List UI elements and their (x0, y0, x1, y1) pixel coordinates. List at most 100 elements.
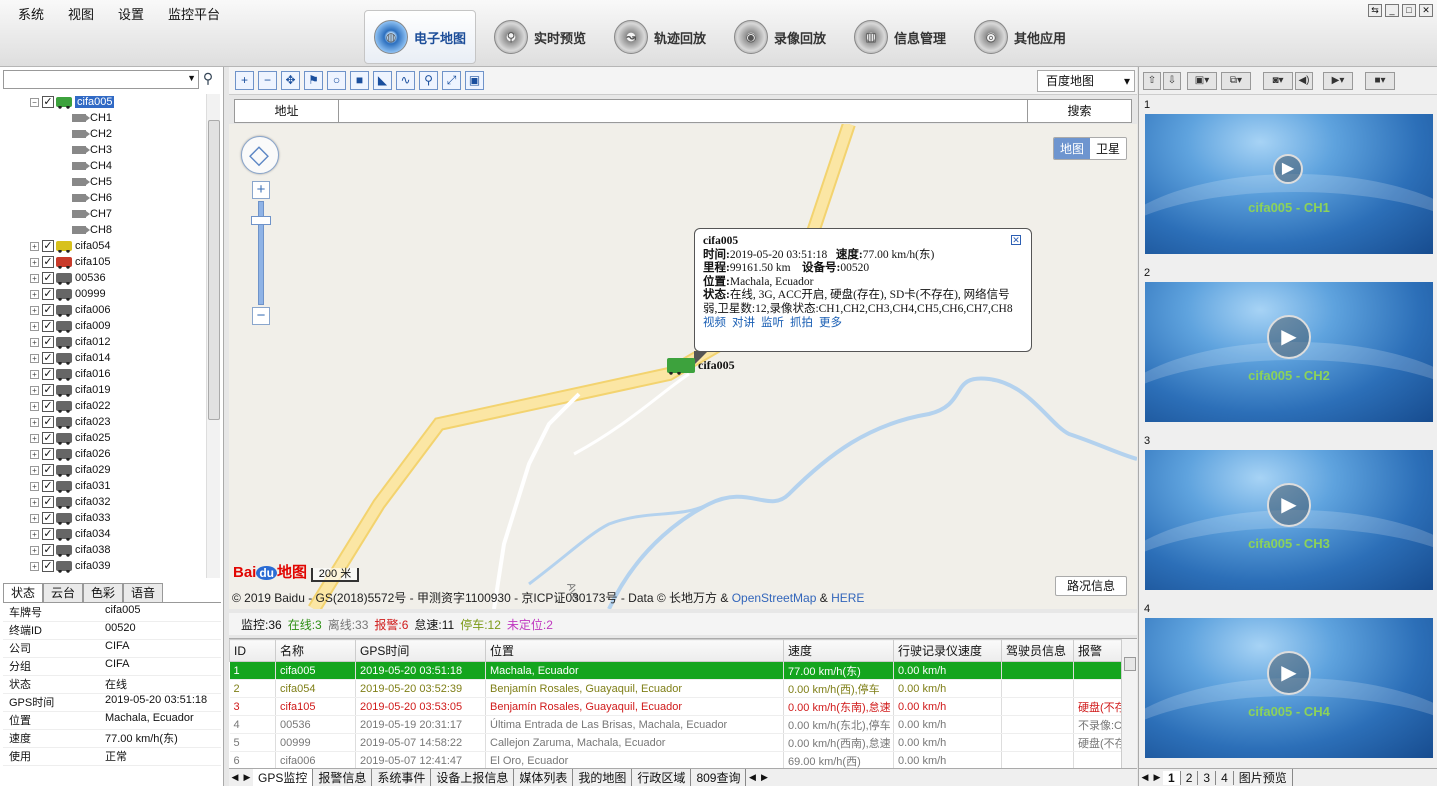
expand-icon[interactable]: + (30, 449, 39, 459)
tree-vehicle-node[interactable]: + ✓ cifa009 (3, 318, 206, 334)
expand-icon[interactable]: + (30, 417, 39, 427)
tree-vehicle-node[interactable]: + ✓ cifa019 (3, 382, 206, 398)
video-slot[interactable]: 1 ▶ cifa005 - CH1 (1139, 97, 1437, 265)
camera-icon[interactable]: ◙▾ (1263, 72, 1293, 90)
circle-tool-icon[interactable]: ○ (327, 71, 346, 90)
checkbox[interactable]: ✓ (42, 512, 54, 524)
search-tool-icon[interactable]: ⚲ (419, 71, 438, 90)
bottom-tab[interactable]: GPS监控 (253, 769, 314, 786)
tree-scrollbar[interactable] (206, 94, 220, 578)
tab-status[interactable]: 状态 (3, 583, 43, 602)
checkbox[interactable]: ✓ (42, 384, 54, 396)
bottom-tab[interactable]: 报警信息 (313, 769, 373, 786)
bottom-tab[interactable]: 我的地图 (573, 769, 633, 786)
checkbox[interactable]: ✓ (42, 480, 54, 492)
tree-vehicle-node[interactable]: + ✓ 00536 (3, 270, 206, 286)
grid-column-header[interactable]: 位置 (485, 639, 784, 662)
video-slot[interactable]: 4 ▶ cifa005 - CH4 (1139, 601, 1437, 769)
tree-vehicle-node[interactable]: + ✓ cifa016 (3, 366, 206, 382)
screen-layout-icon[interactable]: ▣▾ (1187, 72, 1217, 90)
scroll-left-icon[interactable]: ◀ (229, 772, 241, 783)
menu-view[interactable]: 视图 (68, 4, 94, 23)
map-mode-satellite[interactable]: 卫星 (1089, 138, 1126, 159)
tree-vehicle-node[interactable]: + ✓ cifa029 (3, 462, 206, 478)
checkbox[interactable]: ✓ (42, 416, 54, 428)
checkbox[interactable]: ✓ (42, 320, 54, 332)
zoom-in-tool-icon[interactable]: + (235, 71, 254, 90)
minimize-icon[interactable]: _ (1385, 4, 1399, 17)
expand-icon[interactable]: + (30, 241, 39, 251)
expand-icon[interactable]: + (30, 401, 39, 411)
link-more[interactable]: 更多 (819, 317, 842, 329)
osm-link[interactable]: OpenStreetMap (732, 591, 817, 605)
nav-track-playback[interactable]: ↝ 轨迹回放 (614, 10, 706, 64)
bottom-tab[interactable]: 设备上报信息 (431, 769, 515, 786)
flag-tool-icon[interactable]: ⚑ (304, 71, 323, 90)
close-icon[interactable]: ✕ (1011, 235, 1021, 245)
expand-icon[interactable]: + (30, 273, 39, 283)
checkbox[interactable]: ✓ (42, 496, 54, 508)
tab-color[interactable]: 色彩 (83, 583, 123, 602)
scrollbar-thumb[interactable] (1124, 657, 1136, 671)
map-type-select[interactable]: 百度地图 (1037, 70, 1135, 92)
tree-vehicle-node[interactable]: + ✓ cifa031 (3, 478, 206, 494)
tree-vehicle-node[interactable]: + ✓ cifa054 (3, 238, 206, 254)
checkbox[interactable]: ✓ (42, 288, 54, 300)
tree-vehicle-node[interactable]: + ✓ cifa012 (3, 334, 206, 350)
rectangle-tool-icon[interactable]: ■ (350, 71, 369, 90)
zoom-out-tool-icon[interactable]: − (258, 71, 277, 90)
polygon-tool-icon[interactable]: ◣ (373, 71, 392, 90)
checkbox[interactable]: ✓ (42, 368, 54, 380)
bottom-tab[interactable]: 行政区域 (632, 769, 692, 786)
expand-icon[interactable]: + (30, 289, 39, 299)
stop-icon[interactable]: ■▾ (1365, 72, 1395, 90)
grid-column-header[interactable]: GPS时间 (355, 639, 486, 662)
video-screen[interactable]: ▶ cifa005 - CH3 (1145, 450, 1433, 590)
vehicle-marker[interactable]: cifa005 (667, 358, 735, 375)
scroll-right-icon[interactable]: ▶ (758, 772, 770, 783)
play-icon[interactable]: ▶ (1267, 483, 1311, 527)
address-search-button[interactable]: 搜索 (1027, 100, 1131, 122)
tree-vehicle-node[interactable]: + ✓ cifa025 (3, 430, 206, 446)
checkbox[interactable]: ✓ (42, 304, 54, 316)
map-zoom-out-button[interactable]: − (252, 307, 270, 325)
map-canvas[interactable]: Ave + − 地图 卫星 ✕ cifa005 时间:2019-05-20 03… (229, 124, 1137, 609)
checkbox[interactable]: ✓ (42, 240, 54, 252)
checkbox[interactable]: ✓ (42, 464, 54, 476)
scroll-left-icon[interactable]: ◀ (1139, 772, 1151, 783)
table-row[interactable]: 5 00999 2019-05-07 14:58:22 Callejon Zaruma… (229, 733, 1122, 752)
download-icon[interactable]: ⇩ (1163, 72, 1181, 90)
video-page-tab[interactable]: 2 (1181, 770, 1199, 785)
expand-icon[interactable]: + (30, 545, 39, 555)
traffic-button[interactable]: 路况信息 (1055, 576, 1127, 596)
tree-vehicle-node[interactable]: + ✓ cifa023 (3, 414, 206, 430)
tree-vehicle-node[interactable]: + ✓ cifa032 (3, 494, 206, 510)
expand-icon[interactable]: + (30, 337, 39, 347)
expand-icon[interactable]: + (30, 465, 39, 475)
here-link[interactable]: HERE (831, 591, 864, 605)
map-zoom-in-button[interactable]: + (252, 181, 270, 199)
expand-icon[interactable]: + (30, 561, 39, 571)
menu-settings[interactable]: 设置 (118, 4, 144, 23)
pan-control-icon[interactable] (241, 136, 279, 174)
grid-column-header[interactable]: 名称 (275, 639, 356, 662)
tree-vehicle-node[interactable]: + ✓ cifa014 (3, 350, 206, 366)
expand-icon[interactable]: + (30, 497, 39, 507)
video-screen[interactable]: ▶ cifa005 - CH1 (1145, 114, 1433, 254)
video-screen[interactable]: ▶ cifa005 - CH4 (1145, 618, 1433, 758)
table-row[interactable]: 3 cifa105 2019-05-20 03:53:05 Benjamín Rosa… (229, 697, 1122, 716)
tree-channel-node[interactable]: CH2 (3, 126, 206, 142)
vehicle-search-input[interactable] (3, 70, 199, 89)
checkbox[interactable]: ✓ (42, 96, 54, 108)
table-row[interactable]: 6 cifa006 2019-05-07 12:41:47 El Oro, Ecuad… (229, 751, 1122, 768)
expand-icon[interactable]: − (30, 97, 39, 107)
tree-vehicle-node[interactable]: + ✓ cifa038 (3, 542, 206, 558)
menu-platform[interactable]: 监控平台 (168, 4, 220, 23)
checkbox[interactable]: ✓ (42, 544, 54, 556)
grid-column-header[interactable]: 报警 (1073, 639, 1122, 662)
tree-channel-node[interactable]: CH5 (3, 174, 206, 190)
tree-vehicle-node[interactable]: + ✓ cifa006 (3, 302, 206, 318)
tab-voice[interactable]: 语音 (123, 583, 163, 602)
expand-icon[interactable]: + (30, 529, 39, 539)
grid-column-header[interactable]: 行驶记录仪速度 (893, 639, 1002, 662)
